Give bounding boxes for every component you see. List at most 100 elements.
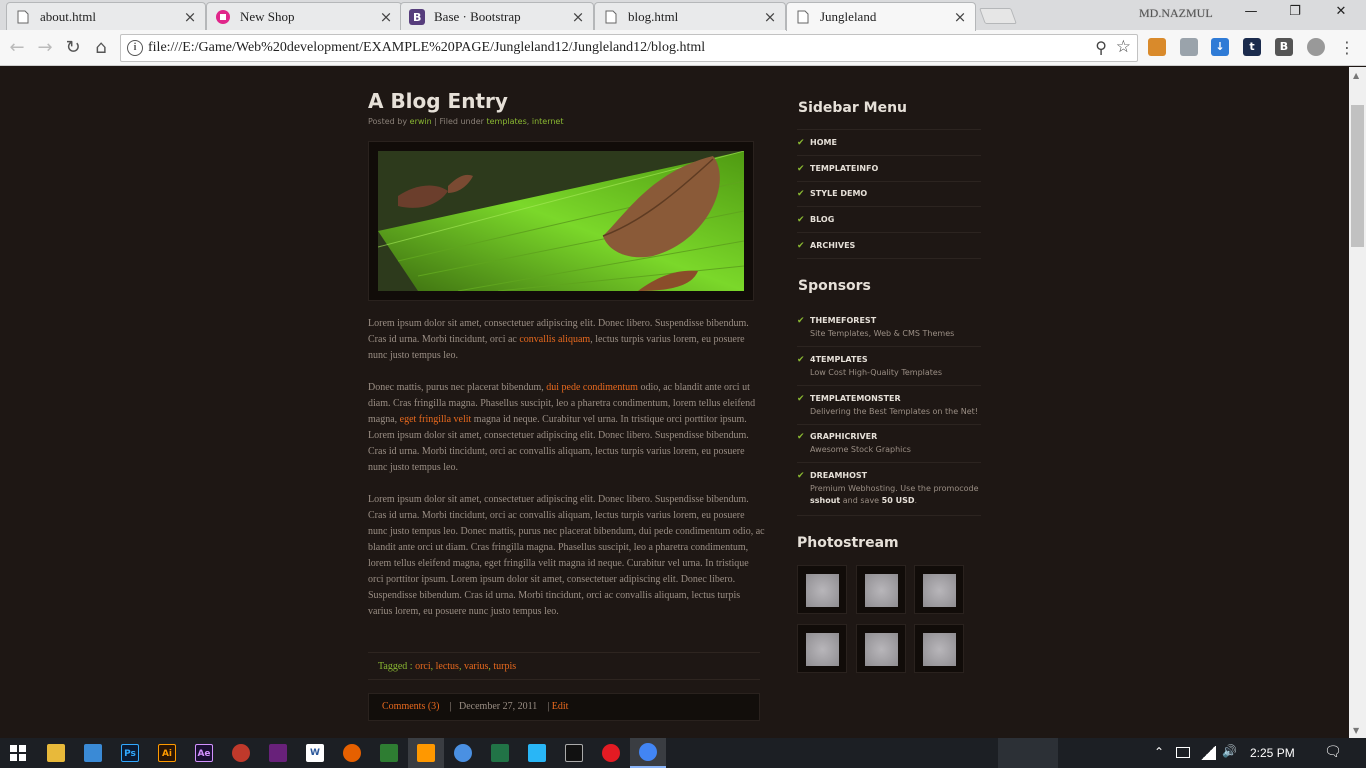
git-icon[interactable] — [371, 738, 407, 768]
photostream-thumb[interactable] — [856, 565, 906, 614]
visual-studio-icon[interactable] — [260, 738, 296, 768]
photostream-thumb[interactable] — [797, 624, 847, 673]
forward-button[interactable]: → — [34, 37, 56, 59]
bookmark-star-icon[interactable]: ☆ — [1116, 37, 1131, 57]
tab-title: Jungleland — [820, 9, 877, 24]
close-icon[interactable]: × — [953, 8, 967, 26]
start-button[interactable] — [0, 738, 36, 768]
post-image — [378, 151, 744, 291]
sponsor-item[interactable]: ✔ TEMPLATEMONSTER Delivering the Best Temp… — [797, 394, 981, 425]
comments-link[interactable]: Comments (3) — [382, 701, 440, 712]
back-button[interactable]: ← — [6, 37, 28, 59]
close-icon[interactable]: × — [183, 8, 197, 26]
info-icon[interactable]: i — [127, 40, 143, 56]
convallis-link[interactable]: convallis aliquam — [519, 334, 590, 345]
edit-link[interactable]: Edit — [552, 701, 569, 712]
chrome-icon[interactable] — [630, 738, 666, 768]
extension-b-icon[interactable]: B — [1275, 38, 1293, 56]
store-icon[interactable] — [519, 738, 555, 768]
url-text[interactable]: file:///E:/Game/Web%20development/EXAMPL… — [148, 40, 705, 56]
tab-jungleland[interactable]: Jungleland × — [786, 2, 976, 31]
notifications-icon[interactable]: 🗨 — [1324, 744, 1342, 760]
opera-icon[interactable] — [593, 738, 629, 768]
check-icon: ✔ — [797, 432, 805, 442]
excel-icon[interactable] — [482, 738, 518, 768]
category-link[interactable]: templates — [486, 117, 526, 126]
fringilla-link[interactable]: eget fringilla velit — [400, 414, 472, 425]
extension-window-icon[interactable] — [1180, 38, 1198, 56]
category-link[interactable]: internet — [532, 117, 564, 126]
tag-link[interactable]: orci — [415, 661, 431, 672]
sponsor-item[interactable]: ✔ DREAMHOST Premium Webhosting. Use the pr… — [797, 471, 981, 516]
extension-download-icon[interactable]: ↓ — [1211, 38, 1229, 56]
word-icon[interactable]: W — [297, 738, 333, 768]
author-link[interactable]: erwin — [410, 117, 432, 126]
illustrator-icon[interactable]: Ai — [149, 738, 185, 768]
reload-button[interactable]: ↻ — [62, 37, 84, 59]
tab-blog[interactable]: blog.html × — [594, 2, 786, 30]
sponsor-item[interactable]: ✔ THEMEFOREST Site Templates, Web & CMS Th… — [797, 316, 981, 347]
volume-icon[interactable]: 🔊 — [1222, 744, 1237, 758]
system-clock[interactable]: 2:25 PM — [1250, 746, 1295, 760]
tab-new-shop[interactable]: New Shop × — [206, 2, 402, 30]
scroll-up-icon[interactable]: ▲ — [1353, 71, 1359, 80]
profile-name[interactable]: MD.NAZMUL — [1139, 6, 1213, 21]
page-icon — [795, 9, 811, 25]
tray-chevron-icon[interactable]: ⌃ — [1154, 745, 1164, 759]
sponsor-item[interactable]: ✔ 4TEMPLATES Low Cost High-Quality Templat… — [797, 355, 981, 386]
close-icon[interactable]: × — [763, 8, 777, 26]
network-icon[interactable] — [1200, 746, 1216, 760]
after-effects-icon[interactable]: Ae — [186, 738, 222, 768]
app-icon[interactable] — [223, 738, 259, 768]
extension-twitter-icon[interactable]: t — [1243, 38, 1261, 56]
terminal-icon[interactable] — [556, 738, 592, 768]
sidebar-item-style-demo[interactable]: ✔ STYLE DEMO — [797, 181, 981, 207]
tab-bootstrap[interactable]: B Base · Bootstrap × — [400, 2, 594, 30]
photostream-thumb[interactable] — [914, 624, 964, 673]
new-tab-button[interactable] — [979, 8, 1017, 24]
sidebar-item-home[interactable]: ✔ HOME — [797, 130, 981, 156]
extension-sphere-icon[interactable] — [1307, 38, 1325, 56]
zoom-icon[interactable]: ⚲ — [1095, 38, 1107, 57]
firefox-icon[interactable] — [334, 738, 370, 768]
tab-strip: about.html × New Shop × B Base · Bootstr… — [0, 0, 1366, 31]
page-scrollbar[interactable]: ▲ ▼ — [1349, 67, 1366, 738]
restore-button[interactable]: ❐ — [1280, 4, 1310, 24]
home-button[interactable]: ⌂ — [90, 37, 112, 59]
minimize-button[interactable]: — — [1236, 4, 1266, 24]
page-icon — [15, 9, 31, 25]
tag-link[interactable]: varius — [464, 661, 488, 672]
close-icon[interactable]: × — [379, 8, 393, 26]
sponsor-item[interactable]: ✔ GRAPHICRIVER Awesome Stock Graphics — [797, 432, 981, 463]
tab-about[interactable]: about.html × — [6, 2, 206, 30]
address-bar[interactable]: i file:///E:/Game/Web%20development/EXAM… — [120, 34, 1138, 62]
scrollbar-thumb[interactable] — [1351, 105, 1364, 247]
close-icon[interactable]: × — [571, 8, 585, 26]
scroll-down-icon[interactable]: ▼ — [1353, 726, 1359, 735]
photostream-thumb[interactable] — [856, 624, 906, 673]
file-explorer-icon[interactable] — [38, 738, 74, 768]
tab-title: Base · Bootstrap — [434, 8, 521, 24]
photostream-thumb[interactable] — [914, 565, 964, 614]
post-image-frame — [368, 141, 754, 301]
sublime-icon[interactable] — [408, 738, 444, 768]
taskbar-preview-area[interactable] — [998, 738, 1058, 768]
sidebar-item-templateinfo[interactable]: ✔ TEMPLATEINFO — [797, 156, 981, 182]
menu-icon[interactable]: ⋮ — [1336, 37, 1358, 59]
extension-ruler-icon[interactable] — [1148, 38, 1166, 56]
post-paragraph-1: Lorem ipsum dolor sit amet, consectetuer… — [368, 318, 749, 361]
condimentum-link[interactable]: dui pede condimentum — [546, 382, 638, 393]
photoshop-icon[interactable]: Ps — [112, 738, 148, 768]
chrome-canary-icon[interactable] — [445, 738, 481, 768]
sidebar-item-archives[interactable]: ✔ ARCHIVES — [797, 233, 981, 259]
tag-link[interactable]: lectus — [436, 661, 459, 672]
sponsors-title: Sponsors — [798, 278, 871, 294]
control-panel-icon[interactable] — [75, 738, 111, 768]
photostream-thumb[interactable] — [797, 565, 847, 614]
post-title: A Blog Entry — [368, 89, 508, 113]
tag-link[interactable]: turpis — [493, 661, 516, 672]
sidebar-item-blog[interactable]: ✔ BLOG — [797, 207, 981, 233]
close-window-button[interactable]: ✕ — [1326, 4, 1356, 24]
svg-text:B: B — [413, 11, 421, 24]
battery-icon[interactable] — [1176, 747, 1190, 758]
